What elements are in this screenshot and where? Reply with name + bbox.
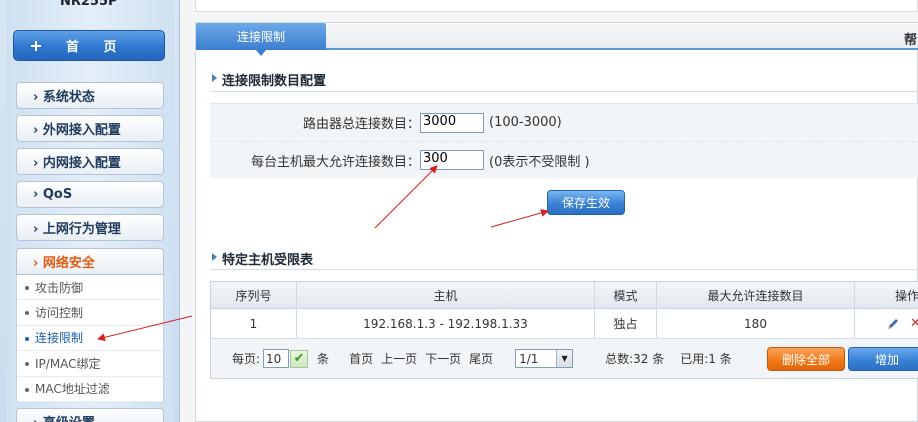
submenu-item-access-control[interactable]: 访问控制 bbox=[17, 300, 163, 326]
submenu-item-ip-mac-binding[interactable]: IP/MAC绑定 bbox=[17, 351, 163, 377]
menu-item-system-status[interactable]: › 系统状态 bbox=[16, 82, 164, 109]
menu-item-wan-config[interactable]: › 外网接入配置 bbox=[16, 115, 164, 142]
cell-index: 1 bbox=[211, 309, 297, 338]
table-header: 序列号 主机 模式 最大允许连接数目 操作 bbox=[211, 282, 918, 309]
next-page-link[interactable]: 下一页 bbox=[425, 350, 461, 367]
delete-all-button[interactable]: 删除全部 bbox=[767, 347, 845, 371]
menu-item-qos[interactable]: › QoS bbox=[16, 181, 164, 208]
submenu-item-attack-defense[interactable]: 攻击防御 bbox=[17, 275, 163, 301]
help-link[interactable]: 帮 bbox=[904, 29, 917, 48]
menu-item-network-security[interactable]: › 网络安全 bbox=[16, 248, 164, 275]
menu-item-advanced-settings[interactable]: › 高级设置 bbox=[16, 408, 164, 422]
hosts-section-title: 特定主机受限表 bbox=[210, 249, 313, 268]
plus-icon bbox=[30, 40, 42, 52]
prev-page-link[interactable]: 上一页 bbox=[381, 350, 417, 367]
tab-connection-limit[interactable]: 连接限制 bbox=[196, 23, 326, 50]
top-strip bbox=[195, 0, 918, 12]
cell-max-connections: 180 bbox=[657, 309, 855, 338]
menu-item-lan-config[interactable]: › 内网接入配置 bbox=[16, 148, 164, 175]
config-form: 路由器总连接数目： 3000 (100-3000) 每台主机最大允许连接数目： … bbox=[210, 103, 918, 178]
cell-actions: ✕ bbox=[855, 309, 918, 338]
section-divider bbox=[210, 91, 918, 92]
cell-host: 192.168.1.3 - 192.198.1.33 bbox=[297, 309, 595, 338]
column-header-actions: 操作 bbox=[895, 288, 918, 303]
per-host-connections-hint: (0表示不受限制 ) bbox=[489, 154, 590, 170]
menu-item-behavior-management[interactable]: › 上网行为管理 bbox=[16, 214, 164, 241]
main-panel: 连接限制 帮 连接限制数目配置 路由器总连接数目： 3000 (100-3000… bbox=[195, 22, 918, 422]
last-page-link[interactable]: 尾页 bbox=[469, 350, 493, 367]
total-count: 总数:32 条 bbox=[605, 352, 665, 366]
checkmark-icon[interactable]: ✔ bbox=[290, 349, 309, 368]
total-connections-hint: (100-3000) bbox=[489, 115, 562, 130]
save-button[interactable]: 保存生效 bbox=[547, 190, 625, 215]
per-host-connections-row: 每台主机最大允许连接数目： 300 (0表示不受限制 ) bbox=[210, 141, 918, 178]
device-model: NR255P bbox=[60, 0, 118, 9]
page-select-value: 1/1 bbox=[519, 351, 539, 366]
per-host-connections-input[interactable]: 300 bbox=[420, 150, 484, 170]
column-header-host: 主机 bbox=[297, 282, 595, 308]
total-connections-input[interactable]: 3000 bbox=[420, 112, 484, 133]
add-button[interactable]: 增加 bbox=[848, 347, 918, 371]
host-limit-table: 序列号 主机 模式 最大允许连接数目 操作 1 192.168.1.3 - 19… bbox=[210, 281, 918, 379]
first-page-link[interactable]: 首页 bbox=[349, 350, 373, 367]
total-connections-row: 路由器总连接数目： 3000 (100-3000) bbox=[210, 104, 918, 141]
tab-bar: 连接限制 帮 bbox=[196, 23, 918, 50]
section-divider bbox=[210, 269, 918, 270]
home-button-label: 首 页 bbox=[66, 40, 127, 55]
per-page-input[interactable]: 10 bbox=[263, 349, 290, 368]
network-security-submenu: 攻击防御 访问控制 连接限制 IP/MAC绑定 MAC地址过滤 bbox=[16, 275, 164, 402]
used-count: 已用:1 条 bbox=[680, 352, 732, 366]
config-section-title: 连接限制数目配置 bbox=[210, 70, 326, 89]
tab-pointer-icon bbox=[256, 50, 266, 56]
column-header-max-connections: 最大允许连接数目 bbox=[657, 282, 855, 308]
dropdown-arrow-icon[interactable]: ▼ bbox=[556, 350, 573, 367]
per-page-label: 每页: bbox=[232, 352, 261, 366]
submenu-item-connection-limit[interactable]: 连接限制 bbox=[17, 326, 163, 352]
delete-icon[interactable]: ✕ bbox=[910, 316, 918, 331]
per-host-connections-label: 每台主机最大允许连接数目： bbox=[250, 154, 420, 170]
table-row: 1 192.168.1.3 - 192.198.1.33 独占 180 ✕ bbox=[211, 309, 918, 339]
home-button[interactable]: 首 页 bbox=[13, 30, 165, 61]
edit-pencil-icon[interactable] bbox=[886, 317, 900, 331]
column-header-index: 序列号 bbox=[211, 282, 297, 308]
total-connections-label: 路由器总连接数目： bbox=[302, 117, 420, 132]
cell-mode: 独占 bbox=[595, 309, 657, 338]
sidebar: NR255P 首 页 › 系统状态 › 外网接入配置 › 内网接入配置 › Qo… bbox=[0, 0, 180, 422]
submenu-item-mac-filter[interactable]: MAC地址过滤 bbox=[17, 377, 163, 402]
pagination-bar: 每页: 10 ✔ 条 首页 上一页 下一页 尾页 1/1 ▼ 总数:32 条 已… bbox=[211, 339, 918, 378]
page-select[interactable]: 1/1 ▼ bbox=[515, 349, 574, 368]
per-page-unit: 条 bbox=[317, 352, 330, 366]
column-header-mode: 模式 bbox=[595, 282, 657, 308]
